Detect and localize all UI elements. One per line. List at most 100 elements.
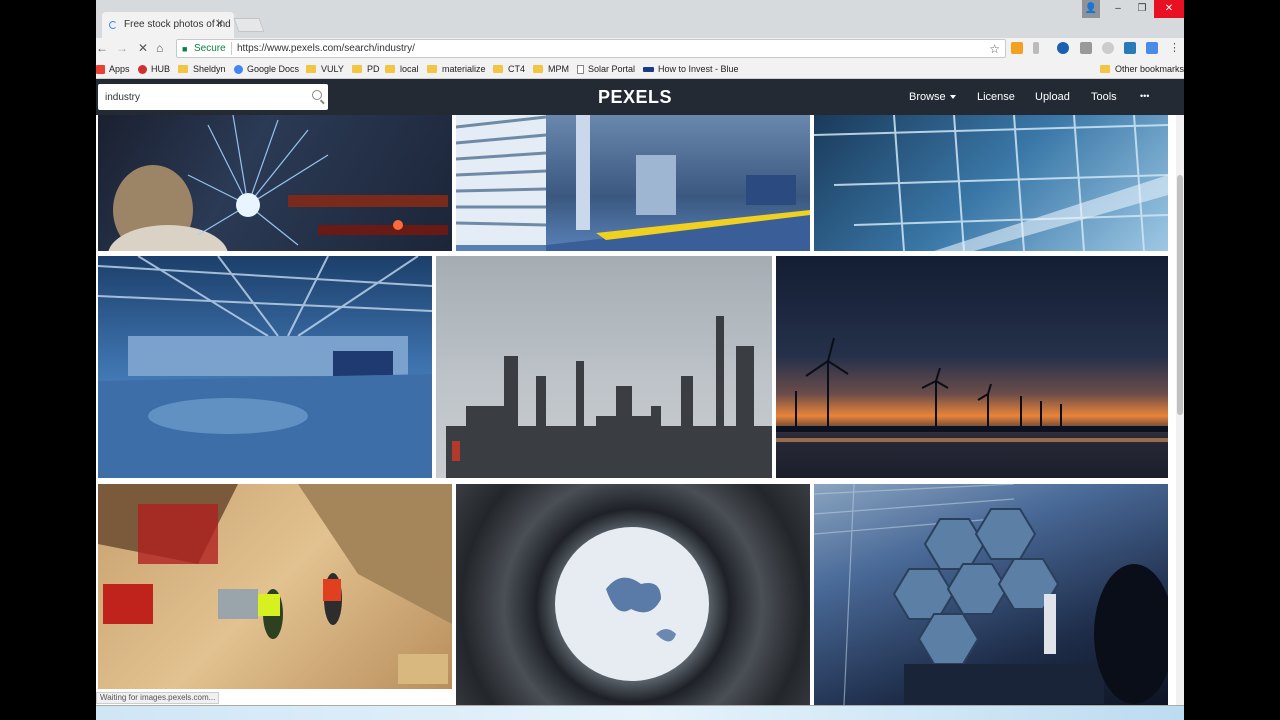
bookmark-ct4[interactable]: CT4 — [493, 64, 525, 74]
status-bar: Waiting for images.pexels.com... — [96, 692, 220, 704]
folder-icon — [385, 65, 395, 73]
bookmarks-bar: Apps HUB Sheldyn Google Docs VULY PD loc… — [96, 60, 1184, 79]
url-text[interactable]: https://www.pexels.com/search/industry/ — [237, 43, 415, 54]
bookmark-materialize[interactable]: materialize — [427, 64, 486, 74]
bookmark-label: VULY — [321, 64, 344, 74]
bookmark-star-icon[interactable]: ☆ — [989, 42, 1000, 56]
photo-art — [776, 337, 1168, 442]
extension-window-icon[interactable] — [1124, 42, 1136, 54]
photo-art — [446, 316, 772, 478]
vertical-scrollbar[interactable] — [1176, 115, 1184, 705]
folder-icon — [352, 65, 362, 73]
tab-strip: Free stock photos of ind ✕ 👤 – ❐ ✕ — [96, 0, 1184, 38]
taskbar-edge — [96, 705, 1184, 720]
browser-toolbar: ← → ✕ ⌂ ■ Secure https://www.pexels.com/… — [96, 38, 1184, 60]
welding-sparks-photo[interactable] — [98, 115, 452, 251]
page-icon — [577, 64, 584, 74]
hub-icon — [138, 64, 147, 74]
browser-menu-icon[interactable]: ⋮ — [1169, 41, 1180, 54]
bookmark-label: HUB — [151, 64, 171, 74]
photo-art — [814, 115, 1168, 251]
warehouse-loading-dock-photo[interactable] — [456, 115, 810, 251]
other-bookmarks[interactable]: Other bookmarks — [1100, 64, 1184, 74]
home-button[interactable]: ⌂ — [156, 41, 163, 55]
window-controls: 👤 – ❐ ✕ — [1082, 0, 1184, 18]
bookmark-hub[interactable]: HUB — [138, 64, 170, 74]
bookmark-label: MPM — [548, 64, 569, 74]
minimize-button[interactable]: – — [1106, 0, 1130, 18]
circular-facade-sky-photo[interactable] — [456, 484, 810, 705]
folder-icon — [427, 65, 437, 73]
apps-grid-icon — [96, 64, 105, 74]
bookmark-label: Solar Portal — [588, 64, 636, 74]
browser-tab[interactable]: Free stock photos of ind ✕ — [102, 12, 234, 38]
bookmark-label: Sheldyn — [193, 64, 226, 74]
bookmark-label: CT4 — [508, 64, 526, 74]
extension-cloud-icon[interactable] — [1102, 42, 1114, 54]
refinery-towers-photo[interactable] — [436, 256, 772, 478]
photo-art — [108, 115, 448, 251]
site-header: industry PEXELS Browse License Upload To… — [96, 79, 1184, 115]
google-icon — [234, 64, 243, 74]
security-label: Secure — [194, 43, 226, 54]
bookmark-label: PD — [367, 64, 380, 74]
nav-tools[interactable]: Tools — [1091, 91, 1117, 103]
extension-ip-icon[interactable] — [1057, 42, 1069, 54]
bookmark-label: How to Invest - Blue — [658, 64, 739, 74]
hexagon-mirrors-telescope-photo[interactable] — [814, 484, 1168, 705]
site-logo[interactable]: PEXELS — [598, 87, 672, 108]
folder-icon — [533, 65, 543, 73]
photo-art — [98, 484, 452, 684]
link-icon — [643, 66, 654, 72]
bookmark-apps[interactable]: Apps — [96, 64, 130, 74]
bookmark-pd[interactable]: PD — [352, 64, 380, 74]
bookmark-google-docs[interactable]: Google Docs — [234, 64, 299, 74]
nav-browse-label: Browse — [909, 91, 946, 103]
construction-workers-photo[interactable] — [98, 484, 452, 689]
folder-icon — [493, 65, 503, 73]
stop-button[interactable]: ✕ — [138, 41, 148, 55]
scrollbar-thumb[interactable] — [1177, 175, 1183, 415]
close-window-button[interactable]: ✕ — [1154, 0, 1184, 18]
forward-button[interactable]: → — [116, 41, 128, 55]
extension-pin-icon[interactable] — [1033, 42, 1039, 54]
nav-browse[interactable]: Browse — [909, 91, 956, 103]
chevron-down-icon — [949, 95, 956, 100]
search-box[interactable]: industry — [98, 84, 328, 110]
divider — [231, 42, 232, 55]
bookmark-mpm[interactable]: MPM — [533, 64, 569, 74]
user-profile-icon[interactable]: 👤 — [1082, 0, 1100, 18]
bookmark-how-to-invest[interactable]: How to Invest - Blue — [643, 64, 739, 74]
extension-box-icon[interactable] — [1080, 42, 1092, 54]
bookmark-label: materialize — [442, 64, 486, 74]
bookmark-vuly[interactable]: VULY — [306, 64, 344, 74]
nav-license[interactable]: License — [977, 91, 1015, 103]
extension-icon[interactable] — [1011, 42, 1023, 54]
bookmark-label: Other bookmarks — [1115, 64, 1184, 74]
back-button[interactable]: ← — [96, 41, 108, 55]
folder-icon — [1100, 65, 1110, 73]
lock-icon: ■ — [182, 44, 188, 54]
bookmark-local[interactable]: local — [385, 64, 419, 74]
tab-close-icon[interactable]: ✕ — [215, 17, 224, 30]
address-bar[interactable]: ■ Secure https://www.pexels.com/search/i… — [176, 39, 1006, 58]
photo-art — [456, 115, 810, 251]
folder-icon — [306, 65, 316, 73]
browser-window: Free stock photos of ind ✕ 👤 – ❐ ✕ ← → ✕… — [96, 0, 1184, 720]
bookmark-sheldyn[interactable]: Sheldyn — [178, 64, 226, 74]
new-tab-button[interactable] — [233, 18, 265, 32]
glass-building-interior-photo[interactable] — [814, 115, 1168, 251]
search-input[interactable]: industry — [105, 92, 140, 103]
empty-warehouse-hall-photo[interactable] — [98, 256, 432, 478]
bookmark-solar-portal[interactable]: Solar Portal — [577, 64, 635, 74]
search-icon[interactable] — [312, 90, 322, 100]
bookmark-label: Google Docs — [247, 64, 300, 74]
photo-art — [98, 256, 432, 478]
wind-turbines-sunset-photo[interactable] — [776, 256, 1168, 478]
extension-cast-icon[interactable] — [1146, 42, 1158, 54]
bookmark-label: local — [400, 64, 419, 74]
maximize-button[interactable]: ❐ — [1130, 0, 1154, 18]
photo-art — [555, 527, 709, 681]
more-menu-icon[interactable]: ••• — [1140, 91, 1149, 101]
nav-upload[interactable]: Upload — [1035, 91, 1070, 103]
